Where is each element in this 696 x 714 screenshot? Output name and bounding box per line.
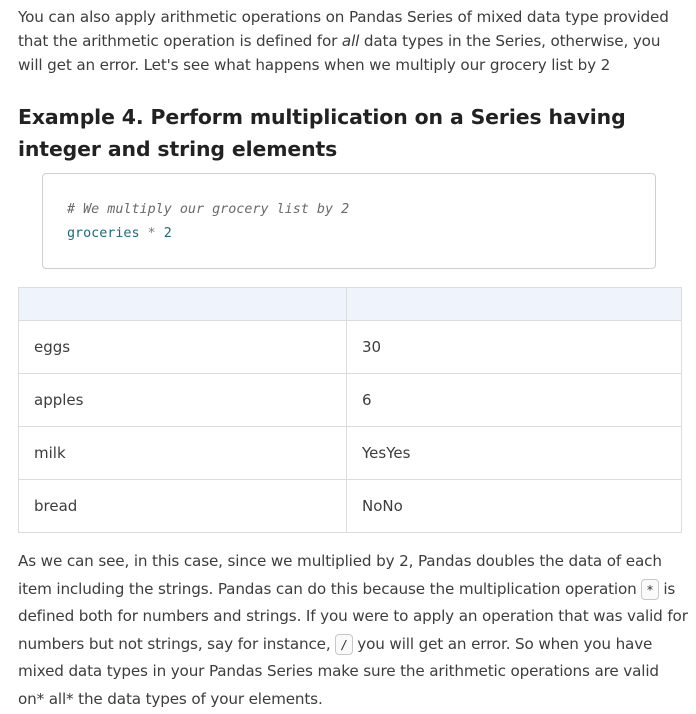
code-statement: groceries * 2: [67, 225, 172, 243]
intro-paragraph: You can also apply arithmetic operations…: [18, 5, 688, 77]
code-variable: groceries: [67, 226, 140, 241]
outro-paragraph: As we can see, in this case, since we mu…: [18, 548, 688, 714]
row-value-cell: NoNo: [346, 479, 682, 533]
inline-code-divide: /: [335, 633, 353, 655]
inline-code-multiply: *: [641, 578, 659, 600]
intro-emphasis: all: [341, 32, 360, 50]
code-number: 2: [163, 226, 172, 241]
code-operator: *: [147, 226, 156, 241]
row-index-cell: eggs: [18, 320, 347, 374]
table-row: bread NoNo: [18, 479, 682, 533]
code-block[interactable]: # We multiply our grocery list by 2 groc…: [42, 173, 656, 269]
table-header-cell: [346, 287, 682, 321]
row-value-cell: 30: [346, 320, 682, 374]
table-header-cell: [18, 287, 347, 321]
row-index-cell: apples: [18, 373, 347, 427]
row-index-cell: bread: [18, 479, 347, 533]
table-header-row: [18, 287, 682, 321]
table-row: eggs 30: [18, 320, 682, 374]
code-comment: # We multiply our grocery list by 2: [67, 202, 350, 217]
row-value-cell: YesYes: [346, 426, 682, 480]
table-row: apples 6: [18, 373, 682, 427]
series-output-table: eggs 30 apples 6 milk YesYes bread NoNo: [18, 287, 682, 533]
row-index-cell: milk: [18, 426, 347, 480]
outro-text-1: As we can see, in this case, since we mu…: [18, 552, 662, 598]
row-value-cell: 6: [346, 373, 682, 427]
table-row: milk YesYes: [18, 426, 682, 480]
example-heading: Example 4. Perform multiplication on a S…: [18, 105, 626, 161]
